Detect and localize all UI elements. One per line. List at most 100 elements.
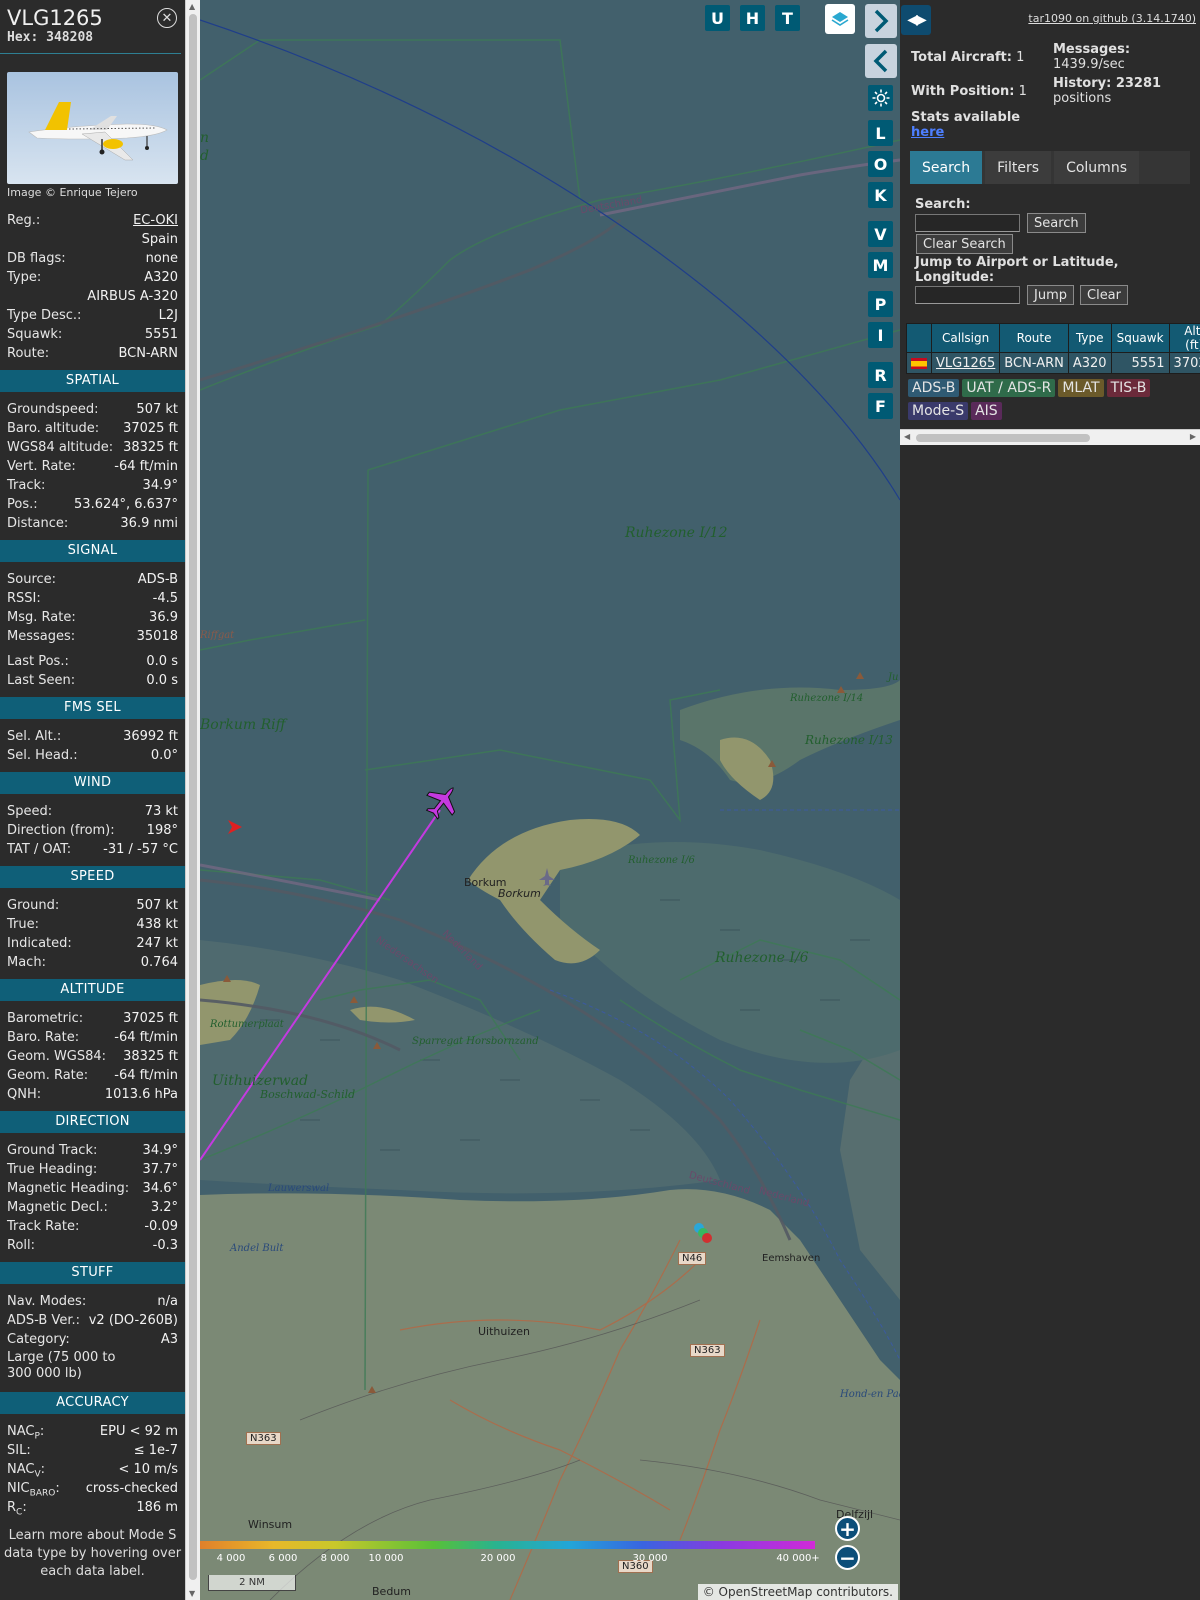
field-label: Track Rate:	[7, 1219, 80, 1234]
scroll-right-icon[interactable]: ▶	[1190, 432, 1196, 441]
field-label: Groundspeed:	[7, 402, 99, 417]
field-label: Ground:	[7, 898, 60, 913]
section-row: NACV: < 10 m/s	[0, 1460, 185, 1480]
field-value: 186 m	[136, 1500, 178, 1515]
settings-button[interactable]	[868, 85, 893, 111]
field-value: 37.7°	[142, 1162, 178, 1177]
source-badge-mlat: MLAT	[1058, 379, 1104, 397]
map-label-ruhezone-i6-small: Ruhezone I/6	[628, 855, 695, 866]
table-row[interactable]: VLG1265BCN-ARNA320555137025	[906, 352, 1200, 374]
tab-columns[interactable]: Columns	[1054, 151, 1139, 184]
flag-cell	[906, 352, 932, 374]
field-value: -64 ft/min	[114, 459, 178, 474]
map-button-i[interactable]: I	[868, 322, 893, 348]
scrollbar-thumb[interactable]	[189, 14, 197, 1580]
section-header-signal: SIGNAL	[0, 540, 185, 562]
total-aircraft-stat: Total Aircraft: 1	[911, 50, 1025, 65]
aircraft-header: VLG1265 Hex: 348208 ✕	[0, 0, 181, 54]
search-button[interactable]: Search	[1027, 213, 1086, 233]
detail-value: BCN-ARN	[118, 346, 178, 361]
field-value: ADS-B	[137, 572, 178, 587]
close-icon[interactable]: ✕	[157, 8, 177, 28]
collapse-left-button[interactable]	[865, 44, 897, 78]
altitude-legend-labels: 4 000 6 000 8 000 10 000 20 000 30 000 40 000+	[200, 1553, 820, 1567]
scroll-up-icon[interactable]: ▲	[189, 2, 195, 11]
clear-button[interactable]: Clear	[1080, 285, 1128, 305]
stats-link[interactable]: here	[911, 125, 944, 140]
detail-label: DB flags:	[7, 251, 66, 266]
section-header-speed: SPEED	[0, 866, 185, 888]
registration-link[interactable]: EC-OKI	[133, 211, 178, 230]
field-label: WGS84 altitude:	[7, 440, 114, 455]
scroll-down-icon[interactable]: ▼	[189, 1589, 195, 1598]
table-horizontal-scrollbar[interactable]: ◀ ▶	[900, 429, 1200, 445]
section-header-stuff: STUFF	[0, 1262, 185, 1284]
section-row: Baro. Rate: -64 ft/min	[0, 1028, 185, 1047]
map-label-edge-n: n	[200, 130, 210, 146]
aircraft-table: CallsignRouteTypeSquawkAlt. (ft) VLG1265…	[906, 323, 1200, 374]
github-link[interactable]: tar1090 on github (3.14.1740)	[1028, 12, 1196, 25]
search-input[interactable]	[915, 214, 1020, 232]
column-header-callsign[interactable]: Callsign	[930, 323, 1001, 353]
column-header-alt-ft[interactable]: Alt. (ft)	[1168, 323, 1200, 353]
map-button-v[interactable]: V	[868, 221, 893, 247]
column-header-route[interactable]: Route	[999, 323, 1069, 353]
cell-callsign[interactable]: VLG1265	[930, 352, 1001, 374]
section-row: Large (75 000 to 300 000 lb)	[0, 1349, 185, 1385]
section-header-fms-sel: FMS SEL	[0, 697, 185, 719]
map-button-u[interactable]: U	[705, 5, 730, 31]
field-label: Last Seen:	[7, 673, 76, 688]
zoom-out-button[interactable]: −	[835, 1545, 860, 1570]
field-label: Speed:	[7, 804, 53, 819]
field-label: Indicated:	[7, 936, 72, 951]
map-label-boschwad: Boschwad-Schild	[260, 1088, 356, 1101]
tab-filters[interactable]: Filters	[985, 151, 1052, 184]
section-row: Category: A3	[0, 1330, 185, 1349]
gear-icon	[872, 89, 889, 107]
zoom-in-button[interactable]: +	[835, 1516, 860, 1541]
map-button-h[interactable]: H	[740, 5, 765, 31]
map-button-m[interactable]: M	[868, 252, 893, 278]
map-view[interactable]: Ruhezone I/12 Ruhezone I/6 Ruhezone I/6 …	[200, 0, 900, 1600]
map-attribution[interactable]: © OpenStreetMap contributors.	[697, 1584, 898, 1600]
map-button-t[interactable]: T	[775, 5, 800, 31]
field-label: Sel. Head.:	[7, 748, 78, 763]
info-panel-scrollbar[interactable]: ▲ ▼	[185, 0, 200, 1600]
jump-input[interactable]	[915, 286, 1020, 304]
field-value: -31 / -57 °C	[103, 842, 178, 857]
field-label: RC:	[7, 1500, 27, 1518]
column-header-type[interactable]: Type	[1067, 323, 1112, 353]
clear-search-button[interactable]: Clear Search	[916, 234, 1013, 254]
section-row: Baro. altitude: 37025 ft	[0, 419, 185, 438]
map-button-f[interactable]: F	[868, 393, 893, 419]
detail-value: Spain	[141, 232, 178, 247]
toggle-sidebar-button[interactable]: ◀▶	[901, 5, 931, 35]
map-label-riffgat: Riffgat	[200, 630, 235, 641]
section-row: Geom. WGS84: 38325 ft	[0, 1047, 185, 1066]
column-header-squawk[interactable]: Squawk	[1110, 323, 1170, 353]
section-row: Ground: 507 kt	[0, 896, 185, 915]
map-button-l[interactable]: L	[868, 120, 893, 146]
altitude-legend-label: 8 000	[320, 1553, 350, 1564]
tab-search[interactable]: Search	[910, 151, 983, 184]
aircraft-photo[interactable]	[7, 72, 178, 184]
jump-button[interactable]: Jump	[1027, 285, 1074, 305]
field-value: 0.764	[140, 955, 178, 970]
field-value: EPU < 92 m	[99, 1424, 178, 1439]
layers-button[interactable]	[825, 4, 855, 34]
stats-available: Stats available here	[911, 110, 1021, 140]
expand-right-button[interactable]	[865, 4, 897, 38]
map-button-p[interactable]: P	[868, 291, 893, 317]
map-button-r[interactable]: R	[868, 362, 893, 388]
field-label: Last Pos.:	[7, 654, 69, 669]
aircraft-details: Reg.: EC-OKI Spain DB flags: none Type: A320 AI…	[0, 211, 185, 363]
map-button-k[interactable]: K	[868, 182, 893, 208]
field-label: Pos.:	[7, 497, 38, 512]
section-row: WGS84 altitude: 38325 ft	[0, 438, 185, 457]
map-button-o[interactable]: O	[868, 151, 893, 177]
field-value: 507 kt	[136, 898, 178, 913]
field-value: 37025 ft	[123, 421, 178, 436]
section-row: Track: 34.9°	[0, 476, 185, 495]
scrollbar-thumb[interactable]	[916, 434, 1090, 442]
scroll-left-icon[interactable]: ◀	[904, 432, 910, 441]
